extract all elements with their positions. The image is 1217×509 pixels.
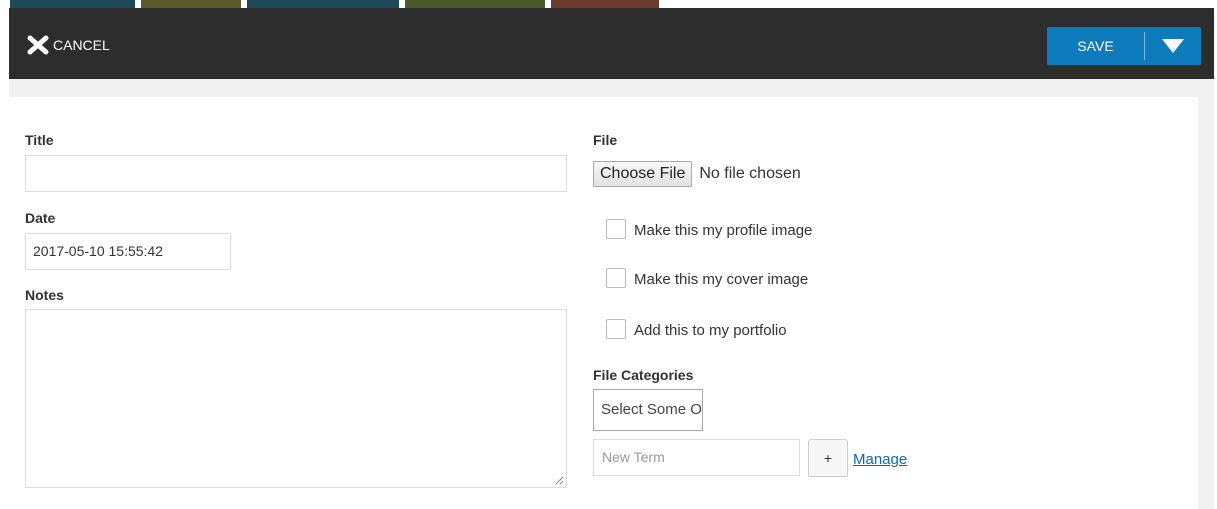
date-label: Date bbox=[25, 210, 56, 226]
cancel-label: CANCEL bbox=[53, 37, 110, 53]
title-label: Title bbox=[25, 132, 54, 148]
new-term-input[interactable]: New Term bbox=[593, 439, 800, 476]
save-button[interactable]: SAVE bbox=[1047, 27, 1144, 65]
cover-image-option: Make this my cover image bbox=[606, 268, 808, 288]
manage-link[interactable]: Manage bbox=[853, 451, 907, 468]
close-icon bbox=[27, 35, 49, 55]
profile-image-checkbox[interactable] bbox=[606, 219, 626, 239]
portfolio-option: Add this to my portfolio bbox=[606, 319, 787, 339]
save-button-group: SAVE bbox=[1047, 27, 1201, 65]
checkbox-label: Add this to my portfolio bbox=[634, 322, 787, 339]
tab-strip-segment bbox=[10, 0, 135, 8]
portfolio-checkbox[interactable] bbox=[606, 319, 626, 339]
tab-strip-segment bbox=[551, 0, 659, 8]
resize-grip-icon[interactable] bbox=[554, 475, 564, 485]
add-term-label: + bbox=[823, 450, 833, 466]
profile-image-option: Make this my profile image bbox=[606, 219, 812, 239]
file-categories-select[interactable]: Select Some Options bbox=[593, 389, 703, 431]
save-label: SAVE bbox=[1077, 38, 1114, 54]
caret-down-icon bbox=[1162, 39, 1184, 53]
tab-strip-segment bbox=[141, 0, 241, 8]
file-categories-label: File Categories bbox=[593, 367, 694, 383]
add-term-button[interactable]: + bbox=[808, 439, 848, 477]
choose-file-button[interactable]: Choose File bbox=[593, 161, 693, 187]
title-input[interactable] bbox=[25, 155, 567, 192]
checkbox-label: Make this my cover image bbox=[634, 271, 809, 288]
file-label: File bbox=[593, 132, 618, 148]
editor-toolbar: CANCEL SAVE bbox=[9, 8, 1214, 79]
file-picker: Choose File No file chosen bbox=[593, 161, 801, 187]
date-input[interactable]: 2017-05-10 15:55:42 bbox=[25, 233, 231, 270]
notes-textarea[interactable] bbox=[25, 309, 567, 488]
cover-image-checkbox[interactable] bbox=[606, 268, 626, 288]
cancel-button[interactable]: CANCEL bbox=[27, 34, 110, 56]
file-status-text: No file chosen bbox=[699, 165, 801, 182]
notes-label: Notes bbox=[25, 287, 64, 303]
checkbox-label: Make this my profile image bbox=[634, 222, 813, 239]
save-options-button[interactable] bbox=[1145, 27, 1201, 65]
tab-strip-segment bbox=[247, 0, 399, 8]
tab-strip-segment bbox=[405, 0, 545, 8]
